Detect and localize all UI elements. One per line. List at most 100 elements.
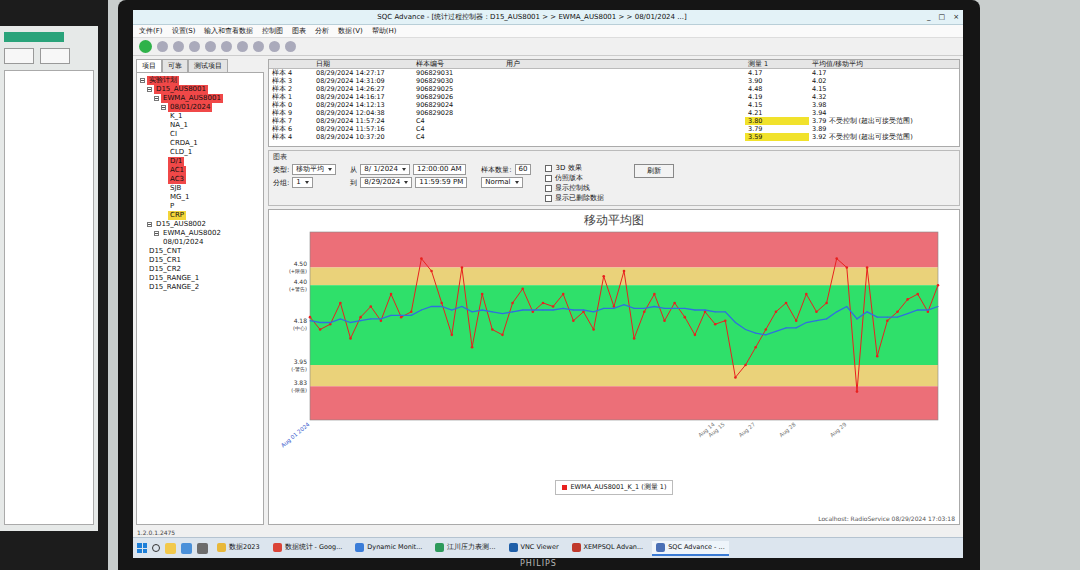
refresh-button[interactable]: 刷新	[634, 164, 674, 178]
tree-item-label[interactable]: AC3	[168, 175, 186, 184]
to-date-field-value[interactable]: 8/29/2024	[364, 178, 400, 187]
toolbar-tool-icon[interactable]	[221, 41, 232, 52]
tree-item[interactable]: D15_AUS8001	[140, 85, 260, 94]
theme-select-value[interactable]: Normal	[485, 178, 510, 187]
window-control-button[interactable]: ×	[953, 13, 959, 21]
menu-item[interactable]: 帮助(H)	[372, 26, 397, 36]
from-date-field[interactable]: 8/ 1/2024	[360, 164, 410, 175]
tree-item-label[interactable]: SJB	[168, 184, 183, 193]
pinned-app-icon[interactable]	[165, 543, 176, 554]
collapse-icon[interactable]	[154, 231, 159, 236]
taskbar-item-label[interactable]: Dynamic Monit...	[367, 543, 422, 551]
tree-item-label[interactable]: D15_RANGE_2	[147, 283, 201, 292]
taskbar-item[interactable]: Dynamic Monit...	[351, 541, 426, 556]
tree-item-label[interactable]: 08/01/2024	[161, 238, 205, 247]
checkbox-label[interactable]: 仿照版本	[555, 174, 583, 182]
side-button[interactable]	[40, 48, 70, 64]
tree-item-label[interactable]: 08/01/2024	[168, 103, 212, 112]
panel-tab[interactable]: 可靠	[162, 59, 188, 72]
taskbar-item-label[interactable]: SQC Advance - ...	[668, 543, 725, 551]
tree-item[interactable]: CRP	[140, 211, 260, 220]
taskbar-item[interactable]: 江川压力表测...	[431, 541, 499, 556]
tree-item[interactable]: EWMA_AUS8001	[140, 94, 260, 103]
tree-item[interactable]: D15_CNT	[140, 247, 260, 256]
column-header[interactable]: 样本编号	[413, 60, 503, 68]
tree-item-label[interactable]: D15_AUS8002	[154, 220, 208, 229]
panel-tab[interactable]: 项目	[136, 59, 162, 72]
group-select[interactable]: 1	[292, 177, 312, 188]
menu-item[interactable]: 分析	[315, 26, 329, 36]
side-button[interactable]	[4, 48, 34, 64]
checkbox-label[interactable]: 3D 效果	[555, 164, 581, 172]
taskbar-item-label[interactable]: 数据2023	[229, 543, 260, 552]
toolbar-tool-icon[interactable]	[237, 41, 248, 52]
tree-item[interactable]: 08/01/2024	[140, 238, 260, 247]
checkbox[interactable]	[545, 165, 552, 172]
tree-item[interactable]: D15_RANGE_2	[140, 283, 260, 292]
count-field-value[interactable]: 60	[519, 165, 528, 174]
tree-item[interactable]: D15_AUS8002	[140, 220, 260, 229]
tree-item-label[interactable]: P	[168, 202, 176, 211]
menu-item[interactable]: 数据(V)	[338, 26, 362, 36]
tree-item[interactable]: D15_CR1	[140, 256, 260, 265]
tree-item-label[interactable]: K_1	[168, 112, 185, 121]
dropdown-arrow-icon[interactable]	[402, 168, 406, 171]
tree-item[interactable]: 实验计划	[140, 76, 260, 85]
from-date-field-value[interactable]: 8/ 1/2024	[364, 165, 398, 174]
window-control-button[interactable]: □	[939, 13, 946, 21]
collapse-icon[interactable]	[140, 78, 145, 83]
table-row[interactable]: 样本 608/29/2024 11:57:16C43.793.89	[269, 125, 959, 133]
tree-item-label[interactable]: D15_CNT	[147, 247, 183, 256]
tree-item-label[interactable]: CRDA_1	[168, 139, 200, 148]
tree-item[interactable]: MG_1	[140, 193, 260, 202]
tree-item-label[interactable]: D15_RANGE_1	[147, 274, 201, 283]
menu-item[interactable]: 设置(S)	[172, 26, 196, 36]
checkbox[interactable]	[545, 195, 552, 202]
tree-item-label[interactable]: D15_CR1	[147, 256, 183, 265]
table-row[interactable]: 样本 008/29/2024 14:12:139068290244.153.98	[269, 101, 959, 109]
to-time-field-value[interactable]: 11:59:59 PM	[419, 178, 463, 187]
table-row[interactable]: 样本 708/29/2024 11:57:24C43.803.79 不受控制 (…	[269, 117, 959, 125]
window-control-button[interactable]: _	[927, 13, 931, 21]
run-icon[interactable]	[139, 40, 152, 53]
tree-item[interactable]: CI	[140, 130, 260, 139]
from-time-field-value[interactable]: 12:00:00 AM	[417, 165, 462, 174]
table-row[interactable]: 样本 108/29/2024 14:16:179068290264.194.32	[269, 93, 959, 101]
tree-item-label[interactable]: CI	[168, 130, 179, 139]
option-checkbox[interactable]: 3D 效果	[545, 164, 604, 172]
column-header[interactable]: 平均值/移动平均	[809, 60, 959, 68]
table-row[interactable]: 样本 308/29/2024 14:31:099068290303.904.02	[269, 77, 959, 85]
to-time-field[interactable]: 11:59:59 PM	[415, 177, 467, 188]
toolbar-tool-icon[interactable]	[189, 41, 200, 52]
tree-item[interactable]: D15_RANGE_1	[140, 274, 260, 283]
table-row[interactable]: 样本 408/29/2024 10:37:20C43.593.92 不受控制 (…	[269, 133, 959, 141]
menu-item[interactable]: 控制图	[262, 26, 283, 36]
dropdown-arrow-icon[interactable]	[515, 181, 519, 184]
tree-item-label[interactable]: MG_1	[168, 193, 191, 202]
dropdown-arrow-icon[interactable]	[328, 168, 332, 171]
toolbar-tool-icon[interactable]	[269, 41, 280, 52]
menu-item[interactable]: 文件(F)	[139, 26, 163, 36]
windows-start-icon[interactable]	[137, 543, 147, 553]
toolbar-tool-icon[interactable]	[285, 41, 296, 52]
pinned-app-icon[interactable]	[181, 543, 192, 554]
tree-item[interactable]: SJB	[140, 184, 260, 193]
pinned-app-icon[interactable]	[197, 543, 208, 554]
checkbox[interactable]	[545, 175, 552, 182]
tree-item-label[interactable]: D15_CR2	[147, 265, 183, 274]
type-select-value[interactable]: 移动平均	[296, 165, 324, 174]
tree-item-label[interactable]: CLD_1	[168, 148, 194, 157]
tree-item-label[interactable]: CRP	[168, 211, 186, 220]
tree-item[interactable]: 08/01/2024	[140, 103, 260, 112]
table-row[interactable]: 样本 908/29/2024 12:04:389068290284.213.94	[269, 109, 959, 117]
tree-item[interactable]: NA_1	[140, 121, 260, 130]
taskbar-item-label[interactable]: 江川压力表测...	[447, 543, 495, 552]
toolbar-tool-icon[interactable]	[205, 41, 216, 52]
taskbar-item-label[interactable]: VNC Viewer	[521, 543, 559, 551]
from-time-field[interactable]: 12:00:00 AM	[413, 164, 466, 175]
tree-item[interactable]: K_1	[140, 112, 260, 121]
to-date-field[interactable]: 8/29/2024	[360, 177, 412, 188]
taskbar-item[interactable]: SQC Advance - ...	[652, 541, 729, 556]
table-row[interactable]: 样本 208/29/2024 14:26:279068290254.484.15	[269, 85, 959, 93]
toolbar-tool-icon[interactable]	[253, 41, 264, 52]
